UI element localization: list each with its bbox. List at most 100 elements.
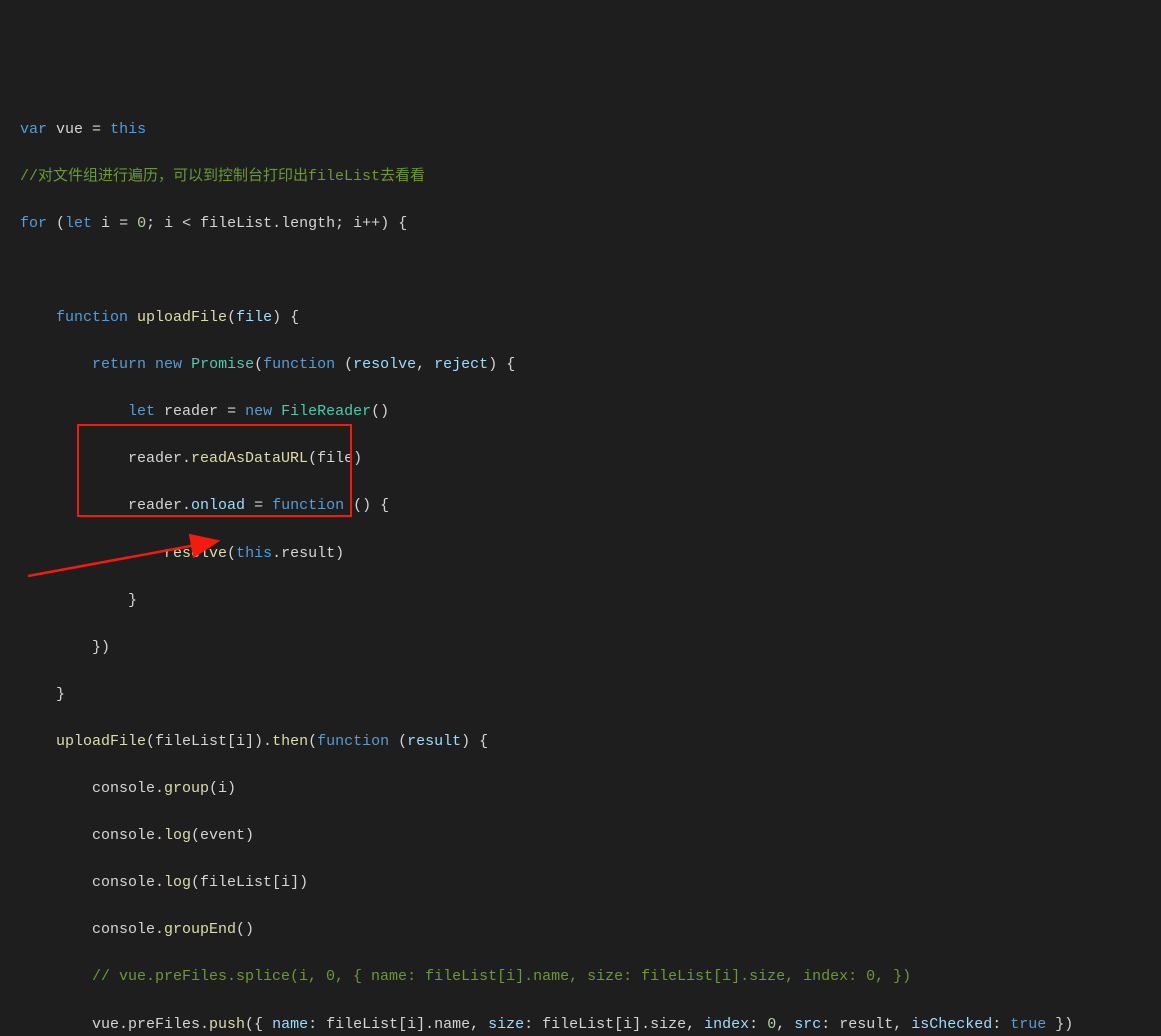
code-text: (	[389, 733, 407, 750]
keyword-this: this	[110, 121, 146, 138]
keyword-return: return	[92, 356, 146, 373]
keyword-function: function	[263, 356, 335, 373]
comment: // vue.preFiles.splice(i, 0, { name: fil…	[20, 968, 911, 985]
code-text: reader.	[20, 497, 191, 514]
parameter: resolve	[353, 356, 416, 373]
code-editor[interactable]: var vue = this //对文件组进行遍历，可以到控制台打印出fileL…	[0, 94, 1161, 1036]
method-then: then	[272, 733, 308, 750]
code-line: for (let i = 0; i < fileList.length; i++…	[20, 212, 1161, 236]
code-text: : fileList[i].size,	[524, 1016, 704, 1033]
code-text	[146, 356, 155, 373]
operator: =	[254, 497, 263, 514]
keyword-true: true	[1010, 1016, 1046, 1033]
property-name: onload	[191, 497, 245, 514]
code-text	[20, 545, 164, 562]
code-text: :	[749, 1016, 767, 1033]
property-name: name	[272, 1016, 308, 1033]
operator: =	[92, 121, 101, 138]
code-text: (	[227, 545, 236, 562]
code-text	[245, 497, 254, 514]
code-text: }	[20, 686, 65, 703]
method-name: readAsDataURL	[191, 450, 308, 467]
code-text: })	[20, 639, 110, 656]
code-line: // vue.preFiles.splice(i, 0, { name: fil…	[20, 965, 1161, 989]
code-text: fileList.length; i	[191, 215, 362, 232]
code-text: reader.	[20, 450, 191, 467]
function-name: uploadFile	[137, 309, 227, 326]
keyword-function: function	[56, 309, 128, 326]
code-text: ; i	[146, 215, 182, 232]
code-line: //对文件组进行遍历，可以到控制台打印出fileList去看看	[20, 165, 1161, 189]
code-text: (	[254, 356, 263, 373]
code-text	[20, 403, 128, 420]
code-text: : fileList[i].name,	[308, 1016, 488, 1033]
code-text	[236, 403, 245, 420]
code-line: console.group(i)	[20, 777, 1161, 801]
keyword-let: let	[128, 403, 155, 420]
code-line: })	[20, 636, 1161, 660]
code-text: })	[1046, 1016, 1073, 1033]
code-text: console.	[20, 827, 164, 844]
keyword-var: var	[20, 121, 47, 138]
method-group: group	[164, 780, 209, 797]
method-log: log	[164, 874, 191, 891]
class-promise: Promise	[191, 356, 254, 373]
code-line: reader.readAsDataURL(file)	[20, 447, 1161, 471]
code-line: console.log(fileList[i])	[20, 871, 1161, 895]
code-text: ()	[371, 403, 389, 420]
keyword-this: this	[236, 545, 272, 562]
number: 0	[767, 1016, 776, 1033]
property-name: isChecked	[911, 1016, 992, 1033]
code-text: reader	[155, 403, 227, 420]
code-text: vue.preFiles.	[20, 1016, 209, 1033]
code-text: (fileList[i]).	[146, 733, 272, 750]
code-text: ()	[236, 921, 254, 938]
method-log: log	[164, 827, 191, 844]
keyword-let: let	[65, 215, 92, 232]
class-filereader: FileReader	[281, 403, 371, 420]
code-line	[20, 259, 1161, 283]
keyword-function: function	[272, 497, 344, 514]
keyword-new: new	[245, 403, 272, 420]
property-name: src	[794, 1016, 821, 1033]
code-line: console.groupEnd()	[20, 918, 1161, 942]
code-line: reader.onload = function () {	[20, 494, 1161, 518]
code-text: .result)	[272, 545, 344, 562]
code-line: resolve(this.result)	[20, 542, 1161, 566]
operator: =	[119, 215, 128, 232]
code-text	[272, 403, 281, 420]
code-text	[263, 497, 272, 514]
code-text: ) {	[461, 733, 488, 750]
code-text: (	[335, 356, 353, 373]
function-call: resolve	[164, 545, 227, 562]
code-text	[20, 309, 56, 326]
code-text	[20, 733, 56, 750]
code-text: :	[992, 1016, 1010, 1033]
code-text	[20, 356, 92, 373]
code-line: vue.preFiles.push({ name: fileList[i].na…	[20, 1013, 1161, 1036]
code-text: (event)	[191, 827, 254, 844]
code-text: (	[47, 215, 65, 232]
code-text: (file)	[308, 450, 362, 467]
keyword-for: for	[20, 215, 47, 232]
property-name: size	[488, 1016, 524, 1033]
number: 0	[137, 215, 146, 232]
code-text	[128, 309, 137, 326]
code-line: var vue = this	[20, 118, 1161, 142]
function-call: uploadFile	[56, 733, 146, 750]
code-text: : result,	[821, 1016, 911, 1033]
code-line: uploadFile(fileList[i]).then(function (r…	[20, 730, 1161, 754]
code-text: console.	[20, 780, 164, 797]
code-line: }	[20, 683, 1161, 707]
code-line: return new Promise(function (resolve, re…	[20, 353, 1161, 377]
keyword-function: function	[317, 733, 389, 750]
method-groupend: groupEnd	[164, 921, 236, 938]
code-line: console.log(event)	[20, 824, 1161, 848]
code-text: (i)	[209, 780, 236, 797]
code-text: ) {	[380, 215, 407, 232]
code-text: (fileList[i])	[191, 874, 308, 891]
code-text: (	[308, 733, 317, 750]
code-text	[182, 356, 191, 373]
code-text: ,	[416, 356, 434, 373]
comment: //对文件组进行遍历，可以到控制台打印出fileList去看看	[20, 168, 425, 185]
